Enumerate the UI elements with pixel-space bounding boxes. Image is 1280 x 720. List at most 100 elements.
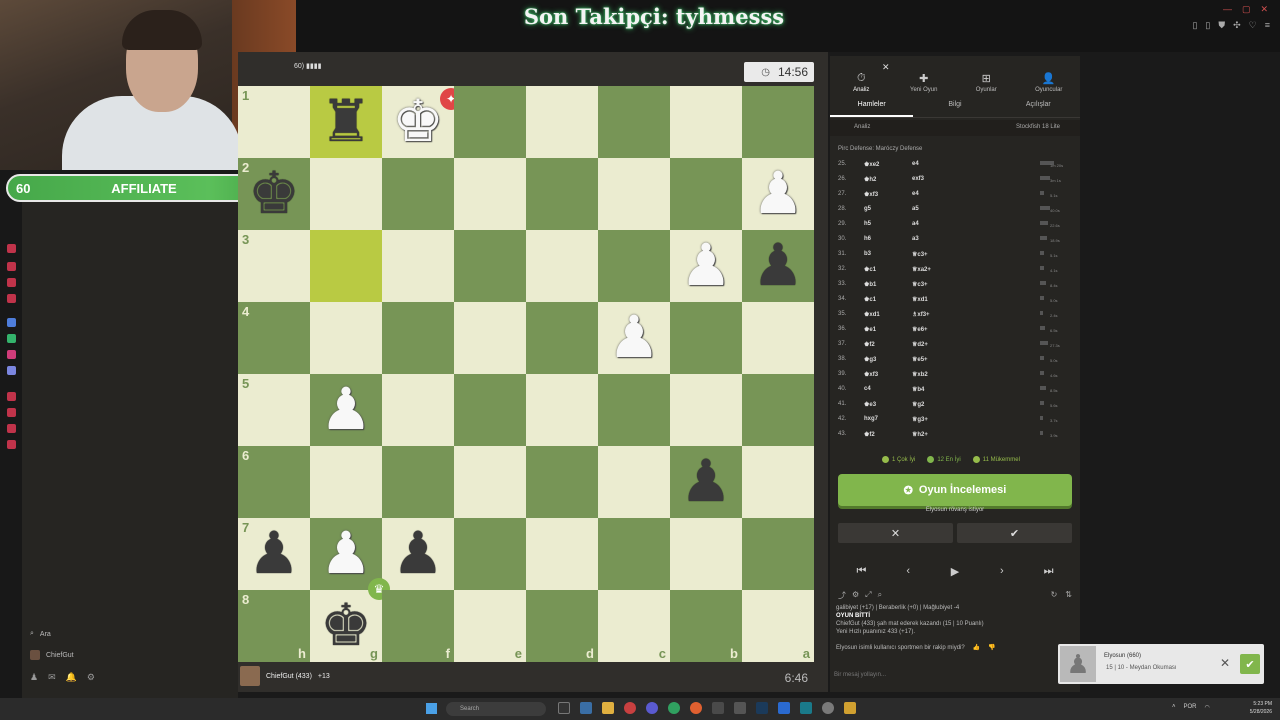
move-row[interactable]: 38. ♚g3 ♕e5+ 5.0s xyxy=(836,353,1074,368)
board-square-d7[interactable] xyxy=(526,518,598,590)
board-square-f1[interactable]: ♚ ✦ xyxy=(382,86,462,158)
flip-board-icon[interactable]: ⇅ xyxy=(1065,590,1072,602)
refresh-icon[interactable]: ↻ xyxy=(1051,590,1058,602)
black-rook-piece[interactable]: ♜ xyxy=(320,93,372,151)
white-pawn-piece[interactable]: ♟ xyxy=(608,309,660,367)
thumbs-down-icon[interactable]: 👎 xyxy=(988,644,995,652)
move-row[interactable]: 39. ♚xf3 ♕xb2 4.6s xyxy=(836,368,1074,383)
board-square-f2[interactable] xyxy=(382,158,454,230)
board-square-b5[interactable] xyxy=(670,374,742,446)
board-square-d6[interactable] xyxy=(526,446,598,518)
chat-input[interactable]: Bir mesaj yollayın... xyxy=(834,672,886,678)
board-square-f5[interactable] xyxy=(382,374,454,446)
friends-icon[interactable]: ♟ xyxy=(30,672,38,683)
board-square-h7[interactable]: 7 ♟ xyxy=(238,518,310,590)
black-move[interactable]: ♕xa2+ xyxy=(912,266,931,273)
board-square-f8[interactable]: f xyxy=(382,590,454,662)
move-row[interactable]: 35. ♚xd1 ♗xf3+ 2.4s xyxy=(836,308,1074,323)
bookmark-icon[interactable]: ▯ xyxy=(1192,20,1197,31)
board-square-f4[interactable] xyxy=(382,302,454,374)
app-icon[interactable] xyxy=(7,408,16,417)
board-square-b3[interactable]: ♟ xyxy=(670,230,742,302)
search-icon[interactable]: ⌕ xyxy=(878,590,882,602)
chrome-icon[interactable] xyxy=(690,702,702,714)
white-move[interactable]: b3 xyxy=(864,251,871,257)
board-square-c6[interactable] xyxy=(598,446,670,518)
board-square-a3[interactable]: ♟ xyxy=(742,230,814,302)
black-move[interactable]: ♕c3+ xyxy=(912,251,928,258)
board-square-d8[interactable]: d xyxy=(526,590,598,662)
app-icon[interactable] xyxy=(7,440,16,449)
black-move[interactable]: exf3 xyxy=(912,176,924,182)
move-row[interactable]: 36. ♚e1 ♕e6+ 6.5s xyxy=(836,323,1074,338)
share-icon[interactable]: ⤴ xyxy=(838,590,846,602)
board-square-e5[interactable] xyxy=(454,374,526,446)
black-move[interactable]: ♗xf3+ xyxy=(912,311,930,318)
board-square-b1[interactable] xyxy=(670,86,742,158)
board-square-h8[interactable]: 8h xyxy=(238,590,310,662)
discord-icon[interactable] xyxy=(7,366,16,375)
move-row[interactable]: 42. hxg7 ♕g3+ 3.7s xyxy=(836,413,1074,428)
black-king-piece[interactable]: ♚ xyxy=(320,597,372,655)
board-square-g1[interactable]: ♜ xyxy=(310,86,382,158)
board-square-e6[interactable] xyxy=(454,446,526,518)
whatsapp-icon[interactable] xyxy=(7,334,16,343)
move-row[interactable]: 30. h6 a3 18.9s xyxy=(836,233,1074,248)
taskbar-clock[interactable]: 5:23 PM 5/28/2026 xyxy=(1250,700,1272,716)
board-square-h2[interactable]: 2 ♚ xyxy=(238,158,310,230)
white-pawn-piece[interactable]: ♟ xyxy=(680,237,732,295)
white-move[interactable]: ♚xf3 xyxy=(864,371,878,378)
board-square-c4[interactable]: ♟ xyxy=(598,302,670,374)
menu-icon[interactable]: ≡ xyxy=(1265,20,1270,31)
white-king-piece[interactable]: ♚ xyxy=(392,93,444,151)
board-square-h4[interactable]: 4 xyxy=(238,302,310,374)
board-square-b6[interactable]: ♟ xyxy=(670,446,742,518)
board-square-a1[interactable] xyxy=(742,86,814,158)
expand-icon[interactable]: ⤢ xyxy=(865,590,871,602)
white-move[interactable]: ♚c1 xyxy=(864,266,876,273)
app-icon[interactable] xyxy=(7,244,16,253)
app-icon[interactable] xyxy=(7,294,16,303)
board-square-f3[interactable] xyxy=(382,230,454,302)
board-square-d2[interactable] xyxy=(526,158,598,230)
move-row[interactable]: 26. ♚h2 exf3 3m 1s xyxy=(836,173,1074,188)
board-square-e2[interactable] xyxy=(454,158,526,230)
thumbs-up-icon[interactable]: 👍 xyxy=(973,644,980,652)
board-square-c8[interactable]: c xyxy=(598,590,670,662)
white-move[interactable]: ♚b1 xyxy=(864,281,876,288)
move-row[interactable]: 34. ♚c1 ♕xd1 5.0s xyxy=(836,293,1074,308)
white-pawn-piece[interactable]: ♟ xyxy=(320,525,372,583)
white-move[interactable]: ♚c1 xyxy=(864,296,876,303)
board-square-e7[interactable] xyxy=(454,518,526,590)
gear-icon[interactable]: ⚙ xyxy=(87,672,95,683)
subtab-openings[interactable]: Açılışlar xyxy=(997,96,1080,117)
board-square-b7[interactable] xyxy=(670,518,742,590)
taskbar-search[interactable]: Search xyxy=(446,702,546,716)
accept-challenge-button[interactable]: ✔ xyxy=(1240,654,1260,674)
board-square-b8[interactable]: b xyxy=(670,590,742,662)
board-square-d1[interactable] xyxy=(526,86,598,158)
move-list[interactable]: 25. ♚xe2 e4 1m 20s 26. ♚h2 exf3 3m 1s 27. ♚xf3 e4 5… xyxy=(836,158,1074,446)
subtab-moves[interactable]: Hamleler xyxy=(830,96,914,117)
black-move[interactable]: ♕d2+ xyxy=(912,341,928,348)
decline-button[interactable]: ✕ xyxy=(838,523,953,543)
white-move[interactable]: g5 xyxy=(864,206,871,212)
white-move[interactable]: ♚xe2 xyxy=(864,161,879,168)
wifi-icon[interactable]: ◠ xyxy=(1205,704,1210,711)
board-square-g8[interactable]: g ♚ ♛ xyxy=(310,578,390,662)
white-move[interactable]: ♚e1 xyxy=(864,326,876,333)
board-square-b4[interactable] xyxy=(670,302,742,374)
move-row[interactable]: 32. ♚c1 ♕xa2+ 4.1s xyxy=(836,263,1074,278)
black-move[interactable]: e4 xyxy=(912,161,919,167)
app-icon[interactable] xyxy=(712,702,724,714)
board-square-h6[interactable]: 6 xyxy=(238,446,310,518)
board-square-e3[interactable] xyxy=(454,230,526,302)
board-square-a6[interactable] xyxy=(742,446,814,518)
board-square-g3[interactable] xyxy=(310,230,382,302)
board-square-g6[interactable] xyxy=(310,446,382,518)
white-move[interactable]: h6 xyxy=(864,236,871,242)
black-move[interactable]: ♕g3+ xyxy=(912,416,928,423)
chevron-up-icon[interactable]: ˄ xyxy=(1172,704,1176,711)
shield-icon[interactable]: ⛊ xyxy=(1218,20,1225,31)
white-move[interactable]: ♚f2 xyxy=(864,431,875,438)
